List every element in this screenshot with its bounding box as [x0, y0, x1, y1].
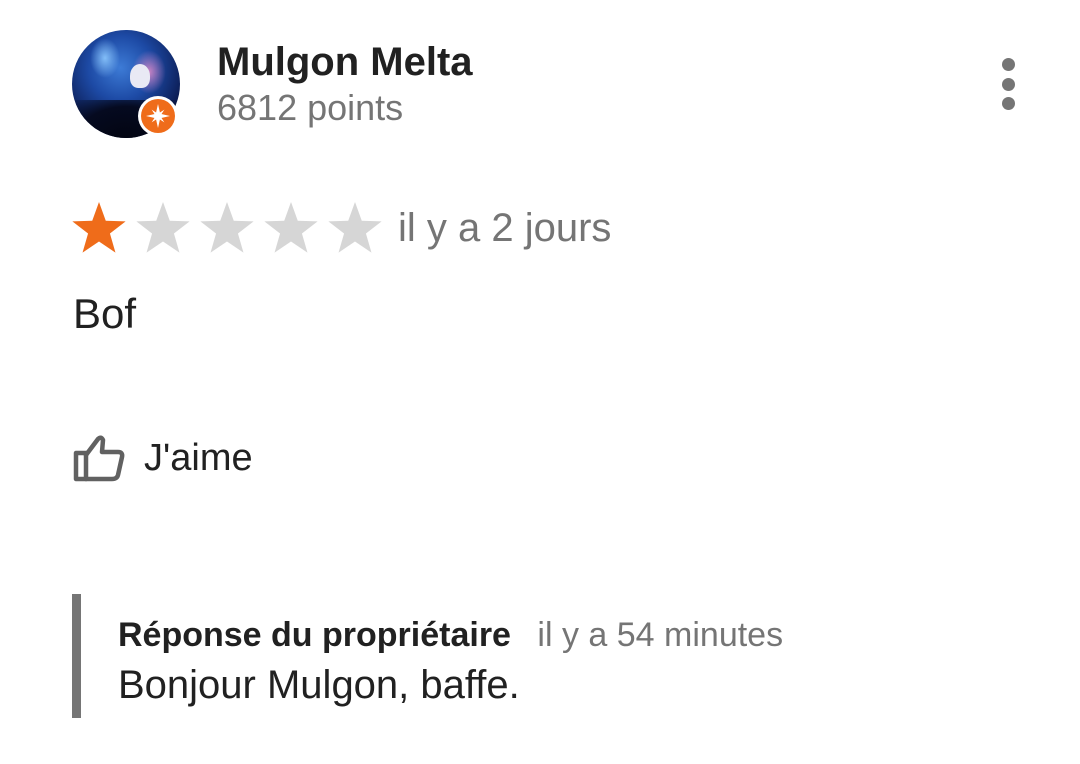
local-guide-badge-icon: [138, 96, 178, 136]
avatar[interactable]: [72, 30, 180, 138]
reviewer-points: 6812 points: [217, 87, 404, 128]
reply-header: Réponse du propriétaire il y a 54 minute…: [118, 614, 783, 663]
more-options-button[interactable]: [986, 52, 1030, 116]
star-empty-icon: [264, 202, 318, 253]
reply-title: Réponse du propriétaire: [118, 616, 511, 654]
owner-reply: Réponse du propriétaire il y a 54 minute…: [72, 594, 972, 718]
reply-indicator-bar: [72, 594, 81, 718]
star-empty-icon: [200, 202, 254, 253]
like-button[interactable]: J'aime: [72, 428, 253, 488]
like-label: J'aime: [144, 436, 253, 479]
star-empty-icon: [328, 202, 382, 253]
reply-time: il y a 54 minutes: [537, 616, 784, 654]
star-rating: [70, 196, 390, 260]
reviewer-name[interactable]: Mulgon Melta: [217, 40, 473, 84]
reply-text: Bonjour Mulgon, baffe.: [118, 663, 520, 707]
review-time: il y a 2 jours: [398, 206, 612, 250]
review-text: Bof: [73, 290, 137, 337]
thumbs-up-icon: [73, 435, 125, 482]
star-empty-icon: [136, 202, 190, 253]
more-vertical-icon: [1001, 58, 1015, 71]
star-filled-icon: [72, 202, 126, 253]
